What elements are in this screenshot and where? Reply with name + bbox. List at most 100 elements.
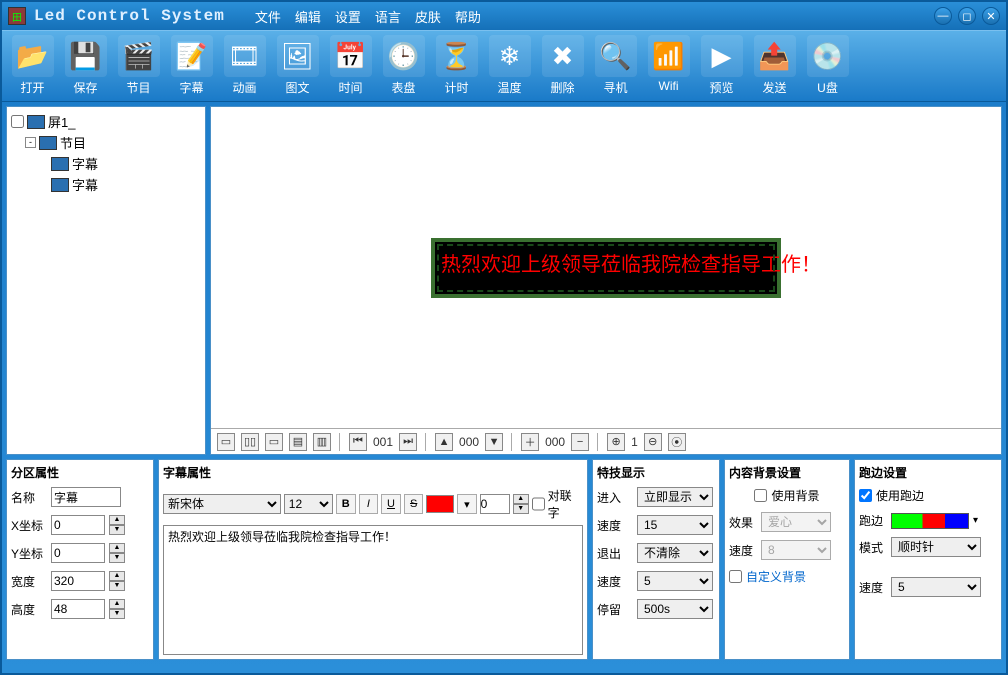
spin-down[interactable]: ▼ [109,581,125,591]
menu-edit[interactable]: 编辑 [295,7,321,26]
font-select[interactable]: 新宋体 [163,494,281,514]
minus-btn[interactable]: − [571,433,589,451]
tool-计时[interactable]: ⏳计时 [430,33,483,99]
tool-表盘[interactable]: 🕒表盘 [377,33,430,99]
zone-name-input[interactable] [51,487,121,507]
fx-in-select[interactable]: 立即显示 [637,487,713,507]
close-button[interactable]: ✕ [982,7,1000,25]
color-swatch[interactable] [426,495,454,513]
next-page-btn[interactable]: ⏭ [399,433,417,451]
zoom-in-btn[interactable]: ⊕ [607,433,625,451]
size-select[interactable]: 12 [284,494,333,514]
minimize-button[interactable]: — [934,7,952,25]
edge-use-check[interactable] [859,489,872,502]
kern-check[interactable] [532,494,545,514]
tool-label: Wifi [659,79,679,93]
spin-up[interactable]: ▲ [109,543,125,553]
underline-btn[interactable]: U [381,494,401,514]
label: 高度 [11,601,47,618]
tool-label: 图文 [285,79,309,96]
spin-up[interactable]: ▲ [109,599,125,609]
menu-help[interactable]: 帮助 [455,7,481,26]
tree-root[interactable]: 屏1_ [11,111,201,132]
bg-use-check[interactable] [754,489,767,502]
spacing-input[interactable] [480,494,510,514]
tool-保存[interactable]: 💾保存 [59,33,112,99]
tool-label: 寻机 [603,79,627,96]
led-text: 热烈欢迎上级领导莅临我院检查指导工作！ [441,248,771,277]
edge-sp-select[interactable]: 5 [891,577,981,597]
edge-mode-select[interactable]: 顺时针 [891,537,981,557]
tool-字幕[interactable]: 📝字幕 [165,33,218,99]
tool-U盘[interactable]: 💿U盘 [801,33,854,99]
tool-label: 表盘 [391,79,415,96]
zone-w-input[interactable] [51,571,105,591]
spin-down[interactable]: ▼ [109,553,125,563]
zone-y-input[interactable] [51,543,105,563]
led-screen[interactable]: 热烈欢迎上级领导莅临我院检查指导工作！ [431,238,781,298]
tree-sub-2[interactable]: 字幕 [51,174,201,195]
prev-page-btn[interactable]: ⏮ [349,433,367,451]
collapse-icon[interactable]: - [25,137,36,148]
menu-skin[interactable]: 皮肤 [415,7,441,26]
bg-panel: 内容背景设置 使用背景 效果爱心 速度8 自定义背景 [724,459,850,660]
down-btn[interactable]: ▼ [485,433,503,451]
label: 跑边 [859,512,887,529]
spin-up[interactable]: ▲ [109,571,125,581]
edge-preview[interactable] [891,513,969,529]
bold-btn[interactable]: B [336,494,356,514]
tool-Wifi[interactable]: 📶Wifi [642,33,695,99]
bg-custom-link[interactable]: 自定义背景 [746,568,806,585]
color-dd[interactable]: ▾ [457,494,477,514]
maximize-button[interactable]: ◻ [958,7,976,25]
tool-温度[interactable]: ❄温度 [483,33,536,99]
zone-h-input[interactable] [51,599,105,619]
menu-lang[interactable]: 语言 [375,7,401,26]
subtitle-panel: 字幕属性 新宋体 12 B I U S ▾ ▲▼ 对联字 热烈欢迎上级领导莅临我… [158,459,588,660]
tool-发送[interactable]: 📤发送 [748,33,801,99]
layout-btn-2[interactable]: ▯▯ [241,433,259,451]
tree-sub-1[interactable]: 字幕 [51,153,201,174]
plus-btn[interactable]: ＋ [521,433,539,451]
menu-settings[interactable]: 设置 [335,7,361,26]
subtitle-textarea[interactable]: 热烈欢迎上级领导莅临我院检查指导工作！ [163,525,583,655]
layout-btn-1[interactable]: ▭ [217,433,235,451]
edge-panel: 跑边设置 使用跑边 跑边▾ 模式顺时针 速度5 [854,459,1002,660]
tree-pane: 屏1_ - 节目 字幕 字幕 [6,106,206,455]
tool-寻机[interactable]: 🔍寻机 [589,33,642,99]
preview-pane: 热烈欢迎上级领导莅临我院检查指导工作！ ▭ ▯▯ ▭ ▤ ▥ ⏮ 001 ⏭ ▲… [210,106,1002,455]
tool-icon: 🎞 [224,35,266,77]
tool-icon: ▶ [701,35,743,77]
tool-节目[interactable]: 🎬节目 [112,33,165,99]
up-btn[interactable]: ▲ [435,433,453,451]
zoom-out-btn[interactable]: ⊖ [644,433,662,451]
fx-sp2-select[interactable]: 5 [637,571,713,591]
layout-btn-4[interactable]: ▤ [289,433,307,451]
tool-打开[interactable]: 📂打开 [6,33,59,99]
tool-时间[interactable]: 📅时间 [324,33,377,99]
spin-up[interactable]: ▲ [513,494,529,504]
tool-动画[interactable]: 🎞动画 [218,33,271,99]
zone-x-input[interactable] [51,515,105,535]
fx-out-select[interactable]: 不清除 [637,543,713,563]
menu-file[interactable]: 文件 [255,7,281,26]
layout-btn-3[interactable]: ▭ [265,433,283,451]
tree-program[interactable]: - 节目 [25,132,201,153]
spin-down[interactable]: ▼ [513,504,529,514]
italic-btn[interactable]: I [359,494,379,514]
camera-btn[interactable]: ⦿ [668,433,686,451]
tree-root-check[interactable] [11,115,24,128]
layout-btn-5[interactable]: ▥ [313,433,331,451]
spin-down[interactable]: ▼ [109,525,125,535]
fx-sp1-select[interactable]: 15 [637,515,713,535]
tool-删除[interactable]: ✖删除 [536,33,589,99]
fx-stay-select[interactable]: 500s [637,599,713,619]
tool-预览[interactable]: ▶预览 [695,33,748,99]
bg-sp-select[interactable]: 8 [761,540,831,560]
strike-btn[interactable]: S [404,494,424,514]
bg-custom-check[interactable] [729,570,742,583]
bg-fx-select[interactable]: 爱心 [761,512,831,532]
tool-图文[interactable]: 🖼图文 [271,33,324,99]
spin-down[interactable]: ▼ [109,609,125,619]
spin-up[interactable]: ▲ [109,515,125,525]
